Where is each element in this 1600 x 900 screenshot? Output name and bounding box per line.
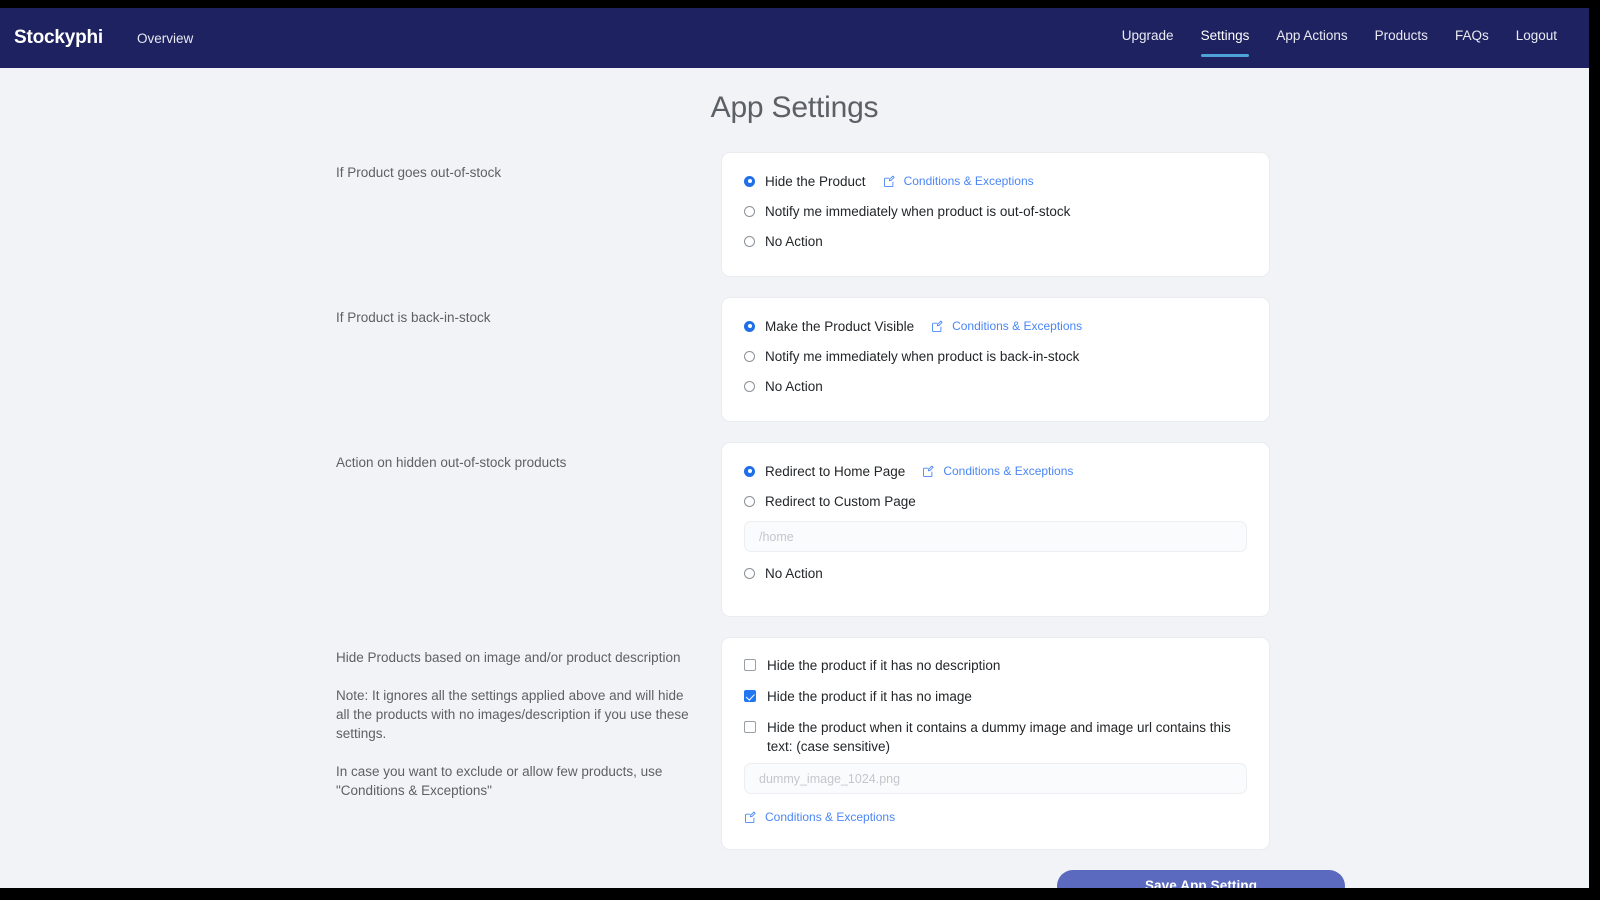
option-label-no-action-hidden[interactable]: No Action (765, 564, 823, 583)
pencil-square-icon (932, 320, 943, 332)
radio-hide-the-product[interactable] (744, 175, 755, 187)
checkbox-label-hide-if-dummy-image[interactable]: Hide the product when it contains a dumm… (767, 718, 1235, 756)
option-redirect-custom-page[interactable]: Redirect to Custom Page (744, 491, 1247, 511)
page-title: App Settings (710, 91, 879, 124)
conditions-exceptions-link-hidden-action[interactable]: Conditions & Exceptions (922, 463, 1073, 479)
custom-page-url-input[interactable] (744, 521, 1247, 552)
label-col-hide-by-media: Hide Products based on image and/or prod… (336, 637, 721, 800)
top-navbar: Stockyphi Overview Upgrade Settings App … (0, 8, 1589, 68)
nav-item-settings[interactable]: Settings (1200, 27, 1249, 57)
app-brand-logo[interactable]: Stockyphi (14, 27, 103, 49)
card-hidden-action: Redirect to Home Page Conditions & Excep… (721, 442, 1270, 617)
nav-item-overview[interactable]: Overview (137, 31, 193, 46)
option-redirect-home-page[interactable]: Redirect to Home Page Conditions & Excep… (744, 461, 1247, 481)
checkbox-label-hide-if-no-description[interactable]: Hide the product if it has no descriptio… (767, 656, 1000, 675)
setting-row-hide-by-media: Hide Products based on image and/or prod… (336, 637, 1589, 850)
radio-make-product-visible[interactable] (744, 320, 755, 332)
card-out-of-stock: Hide the Product Conditions & Exceptions… (721, 152, 1270, 277)
pencil-square-icon (745, 811, 756, 823)
option-notify-out-of-stock[interactable]: Notify me immediately when product is ou… (744, 201, 1247, 221)
setting-label-out-of-stock: If Product goes out-of-stock (336, 165, 502, 180)
conditions-exceptions-text[interactable]: Conditions & Exceptions (904, 173, 1034, 189)
save-row: Save App Setting (336, 869, 1589, 888)
label-col-back-in-stock: If Product is back-in-stock (336, 297, 721, 327)
dummy-image-text-input[interactable] (744, 763, 1247, 794)
option-make-product-visible[interactable]: Make the Product Visible Conditions & Ex… (744, 316, 1247, 336)
conditions-exceptions-link-out-of-stock[interactable]: Conditions & Exceptions (883, 173, 1034, 189)
setting-note-hide-by-media: Note: It ignores all the settings applie… (336, 688, 689, 741)
label-col-out-of-stock: If Product goes out-of-stock (336, 152, 721, 182)
nav-item-app-actions[interactable]: App Actions (1276, 27, 1347, 50)
conditions-exceptions-link-back-in-stock[interactable]: Conditions & Exceptions (931, 318, 1082, 334)
setting-label-back-in-stock: If Product is back-in-stock (336, 310, 491, 325)
radio-no-action-back-in-stock[interactable] (744, 380, 755, 392)
checkbox-row-no-description[interactable]: Hide the product if it has no descriptio… (744, 656, 1247, 675)
nav-item-products[interactable]: Products (1375, 27, 1428, 50)
option-label-no-action-out-of-stock[interactable]: No Action (765, 232, 823, 251)
checkbox-hide-if-no-image[interactable] (744, 690, 756, 702)
setting-row-back-in-stock: If Product is back-in-stock Make the Pro… (336, 297, 1589, 422)
conditions-exceptions-link-hide-by-media[interactable]: Conditions & Exceptions (744, 809, 895, 825)
radio-no-action-out-of-stock[interactable] (744, 235, 755, 247)
card-hide-by-media: Hide the product if it has no descriptio… (721, 637, 1270, 850)
setting-row-hidden-action: Action on hidden out-of-stock products R… (336, 442, 1589, 617)
label-col-hidden-action: Action on hidden out-of-stock products (336, 442, 721, 472)
setting-row-out-of-stock: If Product goes out-of-stock Hide the Pr… (336, 152, 1589, 277)
checkbox-hide-if-no-description[interactable] (744, 659, 756, 671)
setting-label-hide-by-media: Hide Products based on image and/or prod… (336, 650, 681, 665)
conditions-exceptions-text[interactable]: Conditions & Exceptions (765, 809, 895, 825)
option-label-redirect-custom-page[interactable]: Redirect to Custom Page (765, 492, 916, 511)
save-app-setting-button[interactable]: Save App Setting (1057, 869, 1345, 888)
radio-no-action-hidden[interactable] (744, 567, 755, 579)
option-label-make-product-visible[interactable]: Make the Product Visible (765, 317, 914, 336)
option-no-action-hidden[interactable]: No Action (744, 563, 1247, 583)
checkbox-hide-if-dummy-image[interactable] (744, 721, 756, 733)
radio-notify-out-of-stock[interactable] (744, 205, 755, 217)
option-hide-the-product[interactable]: Hide the Product Conditions & Exceptions (744, 171, 1247, 191)
primary-navigation: Upgrade Settings App Actions Products FA… (1122, 27, 1567, 57)
checkbox-label-hide-if-no-image[interactable]: Hide the product if it has no image (767, 687, 972, 706)
setting-label-hidden-action: Action on hidden out-of-stock products (336, 455, 567, 470)
option-notify-back-in-stock[interactable]: Notify me immediately when product is ba… (744, 346, 1247, 366)
setting-hint-hide-by-media: In case you want to exclude or allow few… (336, 764, 663, 798)
radio-notify-back-in-stock[interactable] (744, 350, 755, 362)
option-label-redirect-home-page[interactable]: Redirect to Home Page (765, 462, 905, 481)
pencil-square-icon (883, 175, 895, 187)
option-label-no-action-back-in-stock[interactable]: No Action (765, 377, 823, 396)
settings-content: If Product goes out-of-stock Hide the Pr… (0, 152, 1589, 888)
option-label-notify-back-in-stock[interactable]: Notify me immediately when product is ba… (765, 347, 1079, 366)
option-no-action-back-in-stock[interactable]: No Action (744, 376, 1247, 396)
nav-item-upgrade[interactable]: Upgrade (1122, 27, 1174, 50)
option-label-hide-the-product[interactable]: Hide the Product (765, 172, 866, 191)
radio-redirect-custom-page[interactable] (744, 495, 755, 507)
conditions-exceptions-text[interactable]: Conditions & Exceptions (943, 463, 1073, 479)
pencil-square-icon (923, 465, 934, 477)
radio-redirect-home-page[interactable] (744, 465, 755, 477)
option-label-notify-out-of-stock[interactable]: Notify me immediately when product is ou… (765, 202, 1070, 221)
checkbox-row-no-image[interactable]: Hide the product if it has no image (744, 687, 1247, 706)
app-viewport: Stockyphi Overview Upgrade Settings App … (0, 8, 1589, 888)
checkbox-row-dummy-image[interactable]: Hide the product when it contains a dumm… (744, 718, 1247, 829)
card-back-in-stock: Make the Product Visible Conditions & Ex… (721, 297, 1270, 422)
conditions-exceptions-text[interactable]: Conditions & Exceptions (952, 318, 1082, 334)
nav-item-logout[interactable]: Logout (1516, 27, 1557, 50)
option-no-action-out-of-stock[interactable]: No Action (744, 231, 1247, 251)
nav-item-faqs[interactable]: FAQs (1455, 27, 1489, 50)
